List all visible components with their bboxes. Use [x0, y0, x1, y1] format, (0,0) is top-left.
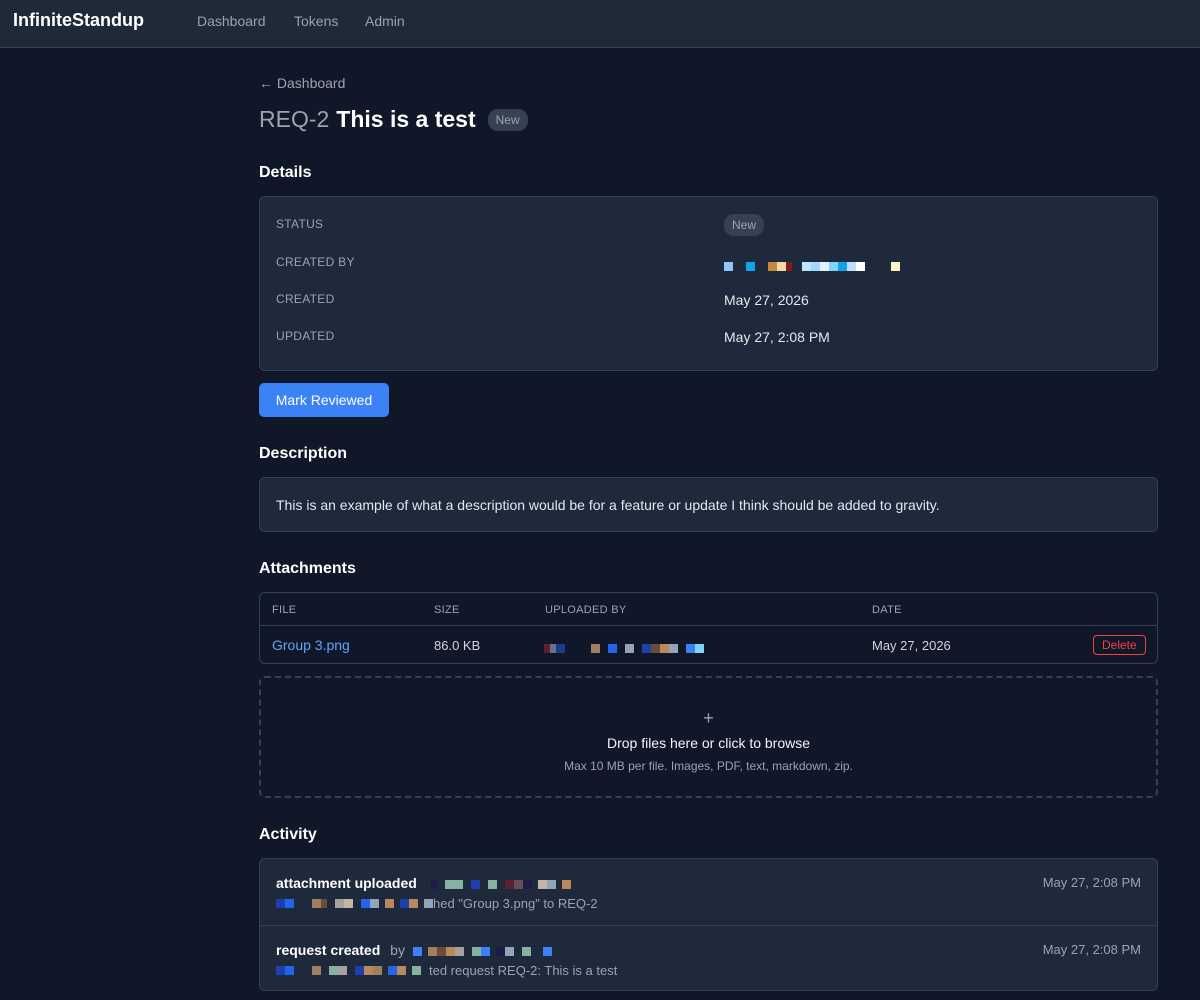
- redacted-block: [544, 644, 704, 653]
- delete-attachment-button[interactable]: Delete: [1093, 635, 1146, 655]
- request-title: This is a test: [336, 106, 476, 132]
- created-value: May 27, 2026: [724, 292, 809, 308]
- details-heading: Details: [259, 164, 312, 181]
- activity-timestamp: May 27, 2:08 PM: [1042, 942, 1141, 957]
- activity-type-label: request created: [276, 942, 381, 958]
- activity-type: request created by: [276, 942, 552, 958]
- description-card: This is an example of what a description…: [259, 477, 1158, 532]
- attachments-heading: Attachments: [259, 560, 356, 577]
- details-card: STATUS New CREATED BY CREATED May 27, 20…: [259, 196, 1158, 371]
- attachments-table-header: FILE SIZE UPLOADED BY DATE: [260, 593, 1157, 626]
- redacted-block: [276, 966, 421, 975]
- dropzone-title: Drop files here or click to browse: [606, 735, 811, 751]
- app-brand[interactable]: InfiniteStandup: [13, 10, 144, 31]
- description-heading: Description: [259, 445, 348, 462]
- redacted-block: [412, 946, 552, 956]
- status-badge: New: [487, 108, 528, 131]
- nav-admin[interactable]: Admin: [365, 13, 405, 29]
- activity-detail-text: ted request REQ-2: This is a test: [429, 963, 618, 978]
- plus-icon: +: [703, 708, 714, 728]
- attachment-file-link[interactable]: Group 3.png: [272, 637, 350, 653]
- file-dropzone[interactable]: + Drop files here or click to browse Max…: [259, 676, 1158, 798]
- activity-detail: hed "Group 3.png" to REQ-2: [276, 896, 598, 911]
- description-text: This is an example of what a description…: [276, 497, 940, 513]
- nav-tokens[interactable]: Tokens: [294, 13, 338, 29]
- nav-dashboard[interactable]: Dashboard: [197, 13, 266, 29]
- file-link-text[interactable]: Group 3.png: [272, 637, 350, 653]
- request-id: REQ-2: [259, 106, 330, 132]
- top-navbar: InfiniteStandup Dashboard Tokens Admin: [0, 0, 1200, 48]
- column-header-size: SIZE: [434, 604, 460, 616]
- attachment-size: 86.0 KB: [434, 638, 481, 653]
- created-by-label: CREATED BY: [276, 255, 355, 269]
- created-label: CREATED: [276, 292, 335, 306]
- redacted-block: [430, 879, 571, 889]
- column-header-uploaded-by: UPLOADED BY: [545, 604, 627, 616]
- activity-heading: Activity: [259, 826, 317, 843]
- updated-label: UPDATED: [276, 329, 335, 343]
- attachment-date: May 27, 2026: [872, 638, 951, 653]
- dropzone-hint: Max 10 MB per file. Images, PDF, text, m…: [564, 759, 853, 773]
- updated-value: May 27, 2:08 PM: [724, 329, 830, 345]
- activity-by-label: by: [390, 942, 405, 958]
- activity-detail: ted request REQ-2: This is a test: [276, 963, 617, 978]
- activity-type-label: attachment uploaded: [276, 875, 417, 891]
- column-header-date: DATE: [872, 604, 902, 616]
- status-label: STATUS: [276, 217, 324, 231]
- attachments-table: FILE SIZE UPLOADED BY DATE Group 3.png 8…: [259, 592, 1158, 664]
- activity-detail-text: hed "Group 3.png" to REQ-2: [433, 896, 598, 911]
- redacted-block: [276, 899, 433, 908]
- back-to-dashboard-link[interactable]: ← Dashboard: [259, 75, 345, 91]
- status-value: New: [724, 214, 765, 236]
- page-title: REQ-2 This is a test New: [259, 106, 528, 133]
- mark-reviewed-button[interactable]: Mark Reviewed: [259, 383, 389, 417]
- list-item: attachment uploaded hed "Group 3.png" to…: [260, 859, 1157, 925]
- attachment-uploader-redacted: [544, 641, 704, 656]
- column-header-file: FILE: [272, 604, 297, 616]
- status-value-badge: New: [724, 214, 765, 236]
- created-by-value-redacted: [724, 258, 900, 274]
- activity-timestamp: May 27, 2:08 PM: [1042, 875, 1141, 890]
- activity-type: attachment uploaded: [276, 875, 571, 891]
- list-item: request created by ted request REQ-2: Th…: [260, 925, 1157, 991]
- redacted-block: [724, 262, 900, 271]
- activity-list: attachment uploaded hed "Group 3.png" to…: [259, 858, 1158, 991]
